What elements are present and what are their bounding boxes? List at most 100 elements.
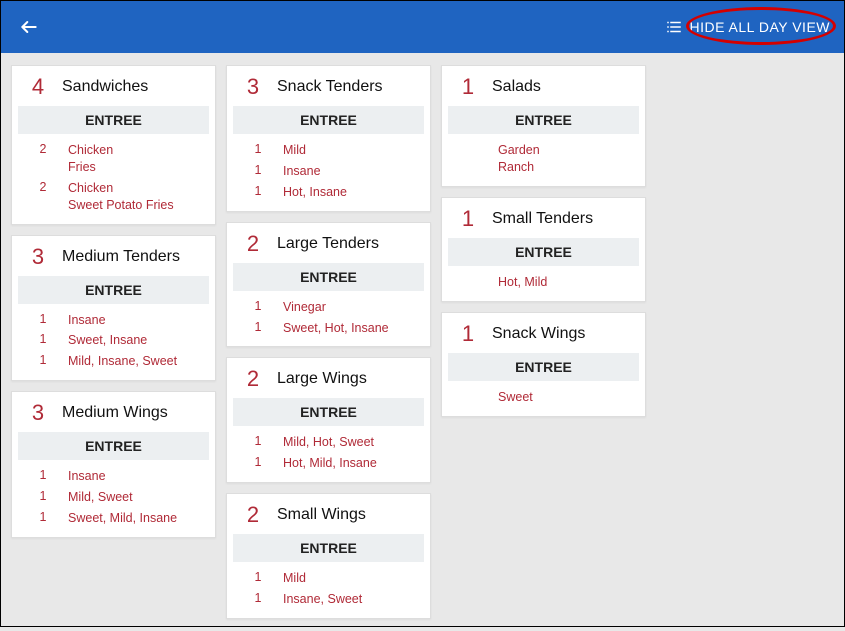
card-title: Snack Tenders <box>277 78 383 96</box>
list-item: 1Mild, Insane, Sweet <box>12 351 215 372</box>
arrow-left-icon <box>19 17 39 37</box>
order-card[interactable]: 4SandwichesENTREE 2ChickenFries2ChickenSw… <box>11 65 216 225</box>
item-name: Mild <box>271 570 418 587</box>
item-list: GardenRanch <box>442 140 645 186</box>
section-label: ENTREE <box>448 353 639 381</box>
card-title: Medium Tenders <box>62 248 180 266</box>
item-qty: 1 <box>245 299 271 316</box>
order-card[interactable]: 3Medium TendersENTREE1Insane1Sweet, Insa… <box>11 235 216 382</box>
list-item: Sweet <box>442 387 645 408</box>
item-name: Hot, Mild <box>486 274 633 291</box>
order-card[interactable]: 1 Small Tenders ENTREE Hot, Mild <box>441 197 646 302</box>
column: 4SandwichesENTREE2ChickenFries2ChickenSw… <box>11 65 216 538</box>
card-header: 2Large Tenders <box>227 223 430 263</box>
item-list: 1Vinegar1Sweet, Hot, Insane <box>227 297 430 347</box>
item-name: ChickenSweet Potato Fries <box>56 180 203 214</box>
item-qty <box>460 274 486 291</box>
item-qty: 1 <box>245 320 271 337</box>
list-item: 1Insane <box>12 466 215 487</box>
item-qty: 1 <box>245 163 271 180</box>
list-item: 1Hot, Mild, Insane <box>227 453 430 474</box>
card-header: 3 Medium Wings <box>12 392 215 432</box>
card-title: Small Wings <box>277 506 366 524</box>
order-card[interactable]: 3Snack TendersENTREE1Mild1Insane1Hot, In… <box>226 65 431 212</box>
order-card[interactable]: 1 Salads ENTREE GardenRanch <box>441 65 646 187</box>
column: 1 Salads ENTREE GardenRanch 1 Small Tenders EN… <box>441 65 646 417</box>
list-item: 1Insane, Sweet <box>227 589 430 610</box>
order-card[interactable]: 3 Medium Wings ENTREE 1Insane1Mild, Sweet1S… <box>11 391 216 538</box>
section-label: ENTREE <box>233 398 424 426</box>
card-header: 2Small Wings <box>227 494 430 534</box>
order-card[interactable]: 2Large TendersENTREE1Vinegar1Sweet, Hot,… <box>226 222 431 348</box>
card-columns: 4SandwichesENTREE2ChickenFries2ChickenSw… <box>1 53 844 631</box>
item-qty: 1 <box>245 142 271 159</box>
item-qty: 1 <box>30 353 56 370</box>
item-qty: 1 <box>245 184 271 201</box>
section-label: ENTREE <box>448 106 639 134</box>
section-label: ENTREE <box>18 276 209 304</box>
list-item: 2ChickenFries <box>12 140 215 178</box>
card-header: 3 Snack Tenders <box>227 66 430 106</box>
list-item: 1Mild <box>227 568 430 589</box>
item-qty: 1 <box>245 591 271 608</box>
order-card[interactable]: 2Large WingsENTREE1Mild, Hot, Sweet1Hot,… <box>226 357 431 483</box>
item-qty: 1 <box>245 570 271 587</box>
item-name: Sweet <box>486 389 633 406</box>
card-count: 1 <box>454 206 482 232</box>
item-qty: 1 <box>30 312 56 329</box>
card-title: Snack Wings <box>492 325 585 343</box>
list-item: GardenRanch <box>442 140 645 178</box>
item-qty: 1 <box>30 468 56 485</box>
hide-all-day-view-button[interactable]: HIDE ALL DAY VIEW <box>665 18 830 36</box>
item-qty: 1 <box>245 455 271 472</box>
list-item: 1Mild, Hot, Sweet <box>227 432 430 453</box>
order-card[interactable]: 2Small WingsENTREE1Mild1Insane, Sweet <box>226 493 431 619</box>
card-count: 2 <box>239 366 267 392</box>
item-list: 1Mild1Insane1Hot, Insane <box>227 140 430 211</box>
section-label: ENTREE <box>18 106 209 134</box>
item-name: Hot, Insane <box>271 184 418 201</box>
item-qty: 1 <box>245 434 271 451</box>
card-count: 3 <box>24 400 52 426</box>
item-name: Mild, Sweet <box>56 489 203 506</box>
item-name: GardenRanch <box>486 142 633 176</box>
item-qty: 1 <box>30 510 56 527</box>
item-name: Sweet, Hot, Insane <box>271 320 418 337</box>
card-header: 4Sandwiches <box>12 66 215 106</box>
list-item: Hot, Mild <box>442 272 645 293</box>
item-list: Sweet <box>442 387 645 416</box>
item-name: Insane <box>56 312 203 329</box>
card-title: Small Tenders <box>492 210 593 228</box>
card-count: 4 <box>24 74 52 100</box>
item-qty: 2 <box>30 142 56 176</box>
card-title: Salads <box>492 78 541 96</box>
card-header: 1 Snack Wings <box>442 313 645 353</box>
list-item: 2ChickenSweet Potato Fries <box>12 178 215 216</box>
item-qty: 2 <box>30 180 56 214</box>
section-label: ENTREE <box>448 238 639 266</box>
item-list: Hot, Mild <box>442 272 645 301</box>
card-count: 1 <box>454 321 482 347</box>
order-card[interactable]: 1 Snack Wings ENTREE Sweet <box>441 312 646 417</box>
section-label: ENTREE <box>18 432 209 460</box>
top-bar: HIDE ALL DAY VIEW <box>1 1 844 53</box>
card-count: 1 <box>454 74 482 100</box>
card-count: 3 <box>239 74 267 100</box>
list-item: 1Insane <box>12 310 215 331</box>
card-header: 1 Salads <box>442 66 645 106</box>
item-name: Mild, Hot, Sweet <box>271 434 418 451</box>
column: 3Snack TendersENTREE1Mild1Insane1Hot, In… <box>226 65 431 619</box>
item-name: ChickenFries <box>56 142 203 176</box>
list-item: 1Insane <box>227 161 430 182</box>
back-button[interactable] <box>15 13 43 41</box>
item-list: 1Insane1Mild, Sweet1Sweet, Mild, Insane <box>12 466 215 537</box>
card-title: Large Tenders <box>277 235 379 253</box>
card-header: 1 Small Tenders <box>442 198 645 238</box>
section-label: ENTREE <box>233 534 424 562</box>
list-icon <box>665 18 683 36</box>
item-name: Vinegar <box>271 299 418 316</box>
item-name: Sweet, Insane <box>56 332 203 349</box>
list-item: 1Mild <box>227 140 430 161</box>
list-item: 1Sweet, Hot, Insane <box>227 318 430 339</box>
card-title: Medium Wings <box>62 404 168 422</box>
